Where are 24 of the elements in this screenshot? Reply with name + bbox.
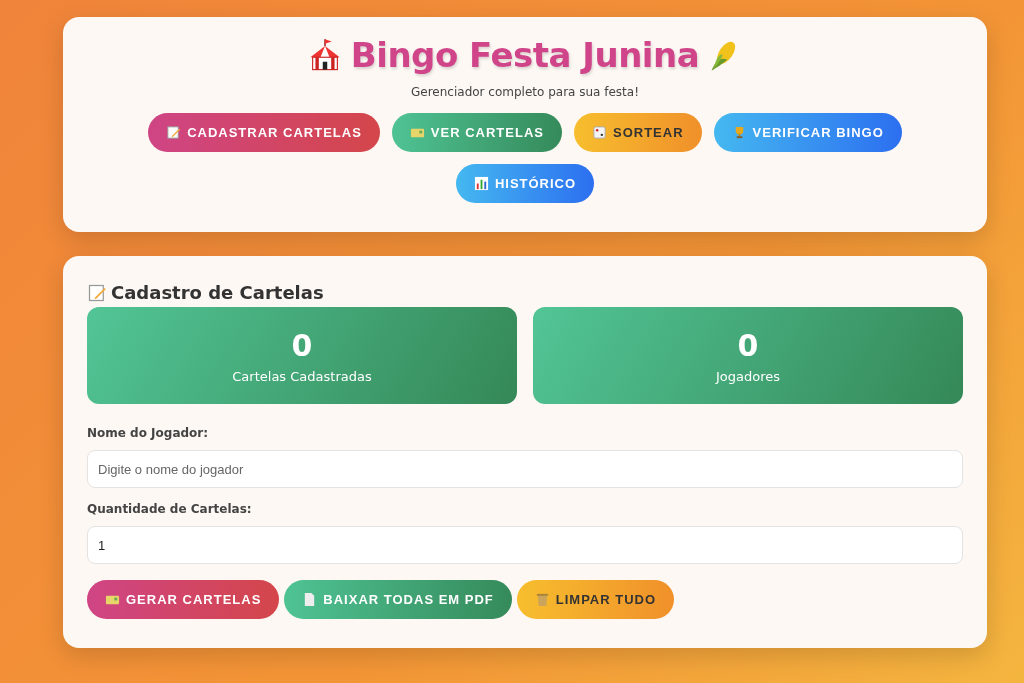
nav-button[interactable]: SORTEAR bbox=[574, 113, 702, 152]
stat-label: Jogadores bbox=[715, 368, 780, 384]
app-title: Bingo Festa Junina bbox=[350, 35, 700, 75]
nav-button[interactable]: VERIFICAR BINGO bbox=[713, 113, 902, 152]
stat-label: Cartelas Cadastradas bbox=[232, 368, 372, 384]
memo-icon bbox=[87, 282, 107, 303]
input-field[interactable]: 1 bbox=[87, 526, 963, 564]
chart-icon bbox=[473, 176, 489, 191]
memo-icon bbox=[166, 125, 182, 140]
stat-value: 0 bbox=[737, 327, 759, 363]
nav-button[interactable]: CADASTRAR CARTELAS bbox=[148, 113, 380, 152]
nav-button[interactable]: VER CARTELAS bbox=[391, 113, 562, 152]
field-label: Nome do Jogador: bbox=[87, 426, 210, 440]
action-button[interactable]: BAIXAR TODAS EM PDF bbox=[284, 580, 512, 619]
action-button[interactable]: LIMPAR TUDO bbox=[516, 580, 675, 619]
input-field[interactable]: Digite o nome do jogador bbox=[87, 450, 963, 488]
action-button[interactable]: GERAR CARTELAS bbox=[87, 580, 280, 619]
stat-value: 0 bbox=[291, 327, 313, 363]
section-title: Cadastro de Cartelas bbox=[111, 282, 324, 303]
field-label: Quantidade de Cartelas: bbox=[87, 502, 253, 516]
subtitle: Gerenciador completo para sua festa! bbox=[411, 85, 639, 99]
trash-icon bbox=[534, 592, 550, 607]
dice-icon bbox=[592, 125, 607, 140]
nav-button[interactable]: HISTÓRICO bbox=[455, 164, 595, 203]
